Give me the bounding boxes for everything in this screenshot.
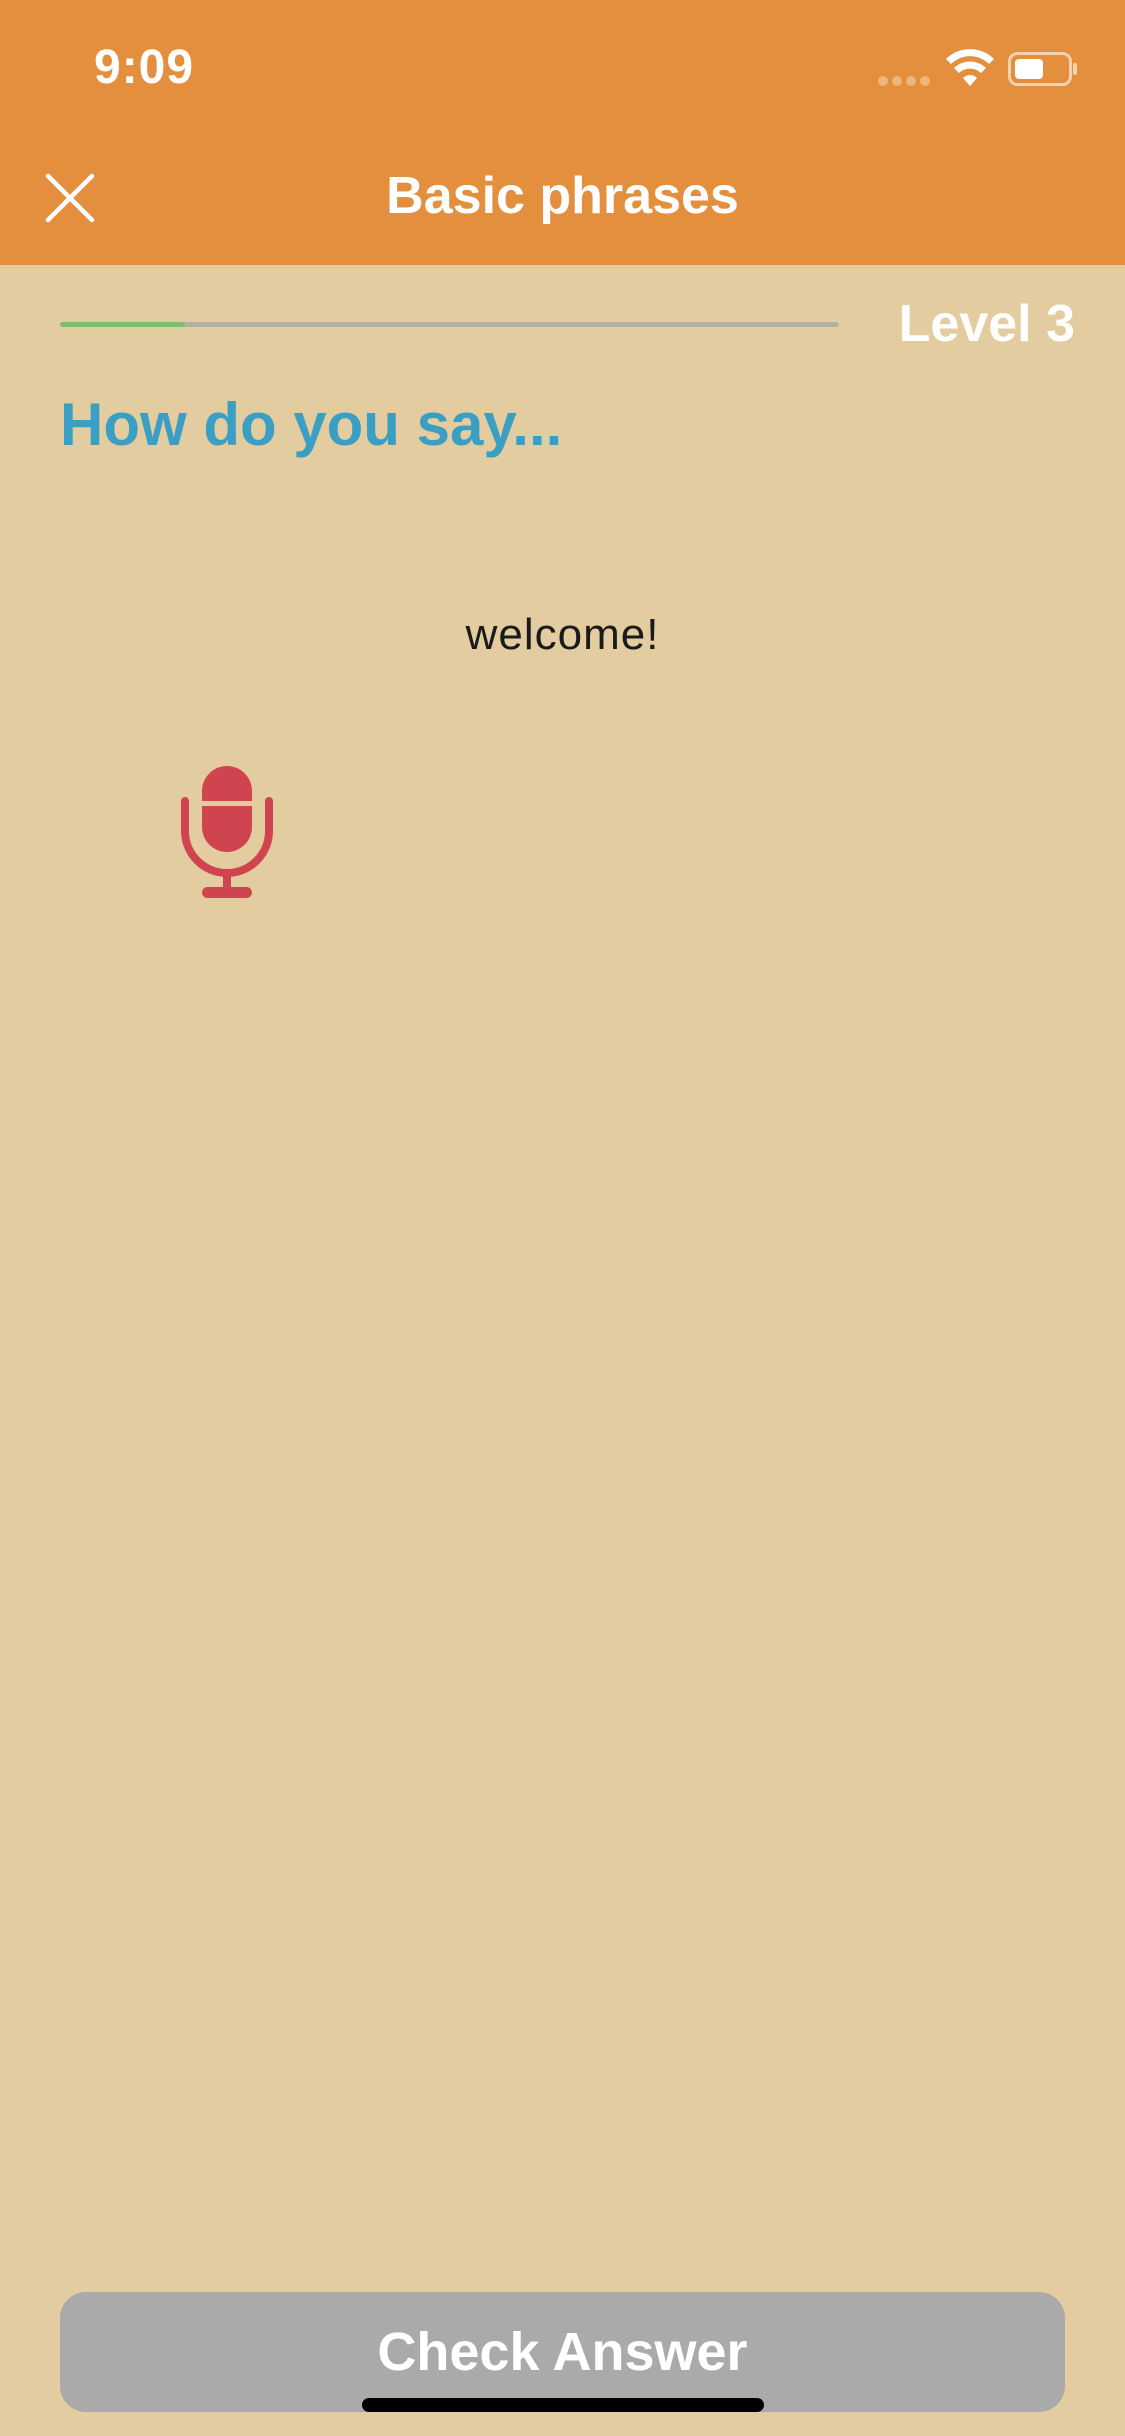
cellular-signal-icon [878,73,934,86]
lesson-screen: 9:09 Basic phrases Level 3 How do you sa… [0,0,1125,2436]
wifi-icon [946,49,994,86]
check-answer-button[interactable]: Check Answer [60,2292,1065,2412]
progress-fill [60,322,185,327]
header-bar: 9:09 Basic phrases [0,0,1125,265]
phrase-text: welcome! [465,610,660,659]
lesson-title: Basic phrases [386,167,739,225]
microphone-icon[interactable] [180,763,274,899]
prompt-heading: How do you say... [60,391,563,458]
battery-icon [1008,52,1077,86]
progress-bar [60,322,839,327]
status-time: 9:09 [94,41,195,94]
level-label: Level 3 [898,295,1075,353]
home-indicator [362,2398,764,2412]
